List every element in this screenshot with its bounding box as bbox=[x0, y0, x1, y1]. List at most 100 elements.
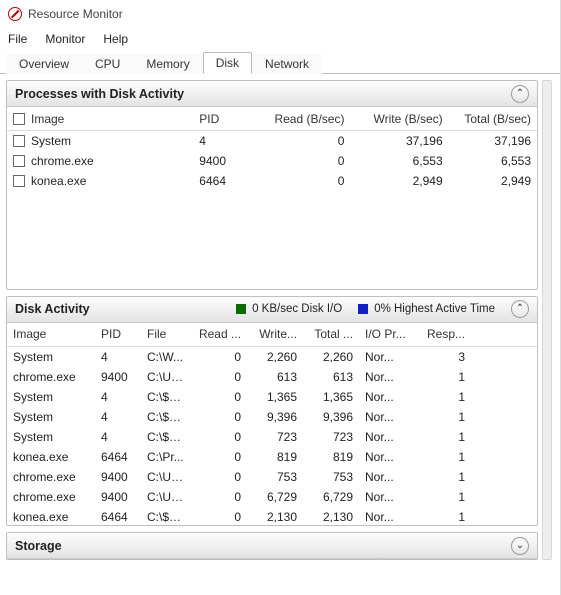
cell-read: 0 bbox=[191, 390, 247, 404]
table-row[interactable]: System4C:\$L...0723723Nor...1 bbox=[7, 427, 537, 447]
cell-image: konea.exe bbox=[7, 450, 95, 464]
cell-file: C:\$L... bbox=[141, 430, 191, 444]
cell-read: 0 bbox=[252, 174, 350, 188]
panel-header[interactable]: Processes with Disk Activity ⌃ bbox=[7, 81, 537, 107]
table-row[interactable]: konea.exe6464C:\Pr...0819819Nor...1 bbox=[7, 447, 537, 467]
cell-write: 37,196 bbox=[350, 134, 448, 148]
collapse-button[interactable]: ⌃ bbox=[511, 300, 529, 318]
cell-io-priority: Nor... bbox=[359, 490, 415, 504]
table-row[interactable]: konea.exe6464C:\$L...02,1302,130Nor...1 bbox=[7, 507, 537, 525]
cell-io-priority: Nor... bbox=[359, 390, 415, 404]
panel-header[interactable]: Disk Activity 0 KB/sec Disk I/O 0% Highe… bbox=[7, 297, 537, 323]
cell-read: 0 bbox=[252, 134, 350, 148]
disk-io-indicator-icon bbox=[236, 304, 246, 314]
menubar: File Monitor Help bbox=[0, 28, 560, 50]
tab-overview[interactable]: Overview bbox=[6, 53, 82, 74]
cell-response: 1 bbox=[415, 370, 471, 384]
tabstrip: Overview CPU Memory Disk Network bbox=[0, 50, 560, 74]
cell-response: 1 bbox=[415, 450, 471, 464]
cell-io-priority: Nor... bbox=[359, 410, 415, 424]
chevron-up-icon: ⌃ bbox=[516, 89, 524, 99]
cell-pid: 6464 bbox=[95, 510, 141, 524]
cell-response: 1 bbox=[415, 470, 471, 484]
app-window: Resource Monitor File Monitor Help Overv… bbox=[0, 0, 561, 595]
content-area: Processes with Disk Activity ⌃ Image PID… bbox=[0, 74, 560, 560]
col-read[interactable]: Read ... bbox=[191, 327, 247, 341]
checkbox-all[interactable] bbox=[13, 113, 25, 125]
cell-write: 819 bbox=[247, 450, 303, 464]
col-read[interactable]: Read (B/sec) bbox=[252, 112, 350, 126]
panel-processes-disk: Processes with Disk Activity ⌃ Image PID… bbox=[6, 80, 538, 290]
cell-response: 1 bbox=[415, 390, 471, 404]
cell-write: 9,396 bbox=[247, 410, 303, 424]
cell-total: 723 bbox=[303, 430, 359, 444]
chevron-up-icon: ⌃ bbox=[516, 304, 524, 314]
cell-io-priority: Nor... bbox=[359, 470, 415, 484]
col-write[interactable]: Write (B/sec) bbox=[350, 112, 448, 126]
table-row[interactable]: System4C:\$L...01,3651,365Nor...1 bbox=[7, 387, 537, 407]
col-pid[interactable]: PID bbox=[193, 112, 252, 126]
table-row[interactable]: chrome.exe9400C:\Us...0753753Nor...1 bbox=[7, 467, 537, 487]
col-io-priority[interactable]: I/O Pr... bbox=[359, 327, 415, 341]
panel-title: Storage bbox=[15, 539, 62, 553]
col-response[interactable]: Resp... bbox=[415, 327, 471, 341]
cell-total: 1,365 bbox=[303, 390, 359, 404]
checkbox[interactable] bbox=[13, 135, 25, 147]
col-file[interactable]: File bbox=[141, 327, 191, 341]
cell-image: System bbox=[7, 390, 95, 404]
tab-disk[interactable]: Disk bbox=[203, 52, 252, 74]
cell-total: 6,729 bbox=[303, 490, 359, 504]
table-row[interactable]: System4C:\$L...09,3969,396Nor...1 bbox=[7, 407, 537, 427]
cell-pid: 9400 bbox=[95, 490, 141, 504]
col-write[interactable]: Write... bbox=[247, 327, 303, 341]
app-icon bbox=[8, 7, 22, 21]
tab-memory[interactable]: Memory bbox=[133, 53, 202, 74]
cell-read: 0 bbox=[191, 350, 247, 364]
cell-response: 3 bbox=[415, 350, 471, 364]
table-row[interactable]: konea.exe646402,9492,949 bbox=[7, 171, 537, 191]
tab-cpu[interactable]: CPU bbox=[82, 53, 133, 74]
table-header-row: Image PID File Read ... Write... Total .… bbox=[7, 323, 537, 347]
col-total[interactable]: Total ... bbox=[303, 327, 359, 341]
col-image[interactable]: Image bbox=[7, 327, 95, 341]
cell-pid: 9400 bbox=[95, 470, 141, 484]
panel-header[interactable]: Storage ⌄ bbox=[7, 533, 537, 559]
cell-write: 6,553 bbox=[350, 154, 448, 168]
cell-file: C:\Us... bbox=[141, 370, 191, 384]
cell-io-priority: Nor... bbox=[359, 450, 415, 464]
table-row[interactable]: System4037,19637,196 bbox=[7, 131, 537, 151]
cell-response: 1 bbox=[415, 510, 471, 524]
menu-file[interactable]: File bbox=[8, 32, 27, 46]
collapse-button[interactable]: ⌃ bbox=[511, 85, 529, 103]
cell-file: C:\W... bbox=[141, 350, 191, 364]
cell-pid: 9400 bbox=[95, 370, 141, 384]
col-total[interactable]: Total (B/sec) bbox=[449, 112, 537, 126]
cell-image: chrome.exe bbox=[31, 154, 94, 168]
cell-total: 2,260 bbox=[303, 350, 359, 364]
cell-pid: 4 bbox=[95, 410, 141, 424]
cell-image: chrome.exe bbox=[7, 490, 95, 504]
scrollbar-vertical[interactable] bbox=[542, 80, 552, 560]
expand-button[interactable]: ⌄ bbox=[511, 537, 529, 555]
cell-pid: 6464 bbox=[95, 450, 141, 464]
menu-help[interactable]: Help bbox=[103, 32, 128, 46]
active-time-label: 0% Highest Active Time bbox=[374, 303, 495, 315]
checkbox[interactable] bbox=[13, 155, 25, 167]
table-row[interactable]: chrome.exe9400C:\Us...0613613Nor...1 bbox=[7, 367, 537, 387]
checkbox[interactable] bbox=[13, 175, 25, 187]
col-image[interactable]: Image bbox=[7, 112, 193, 126]
menu-monitor[interactable]: Monitor bbox=[45, 32, 85, 46]
cell-response: 1 bbox=[415, 430, 471, 444]
table-row[interactable]: chrome.exe940006,5536,553 bbox=[7, 151, 537, 171]
cell-total: 2,949 bbox=[449, 174, 537, 188]
cell-write: 2,130 bbox=[247, 510, 303, 524]
table-row[interactable]: chrome.exe9400C:\Us...06,7296,729Nor...1 bbox=[7, 487, 537, 507]
cell-pid: 4 bbox=[193, 134, 252, 148]
titlebar: Resource Monitor bbox=[0, 0, 560, 28]
tab-network[interactable]: Network bbox=[252, 53, 322, 74]
cell-total: 2,130 bbox=[303, 510, 359, 524]
main-column: Processes with Disk Activity ⌃ Image PID… bbox=[6, 80, 538, 560]
cell-read: 0 bbox=[191, 410, 247, 424]
table-row[interactable]: System4C:\W...02,2602,260Nor...3 bbox=[7, 347, 537, 367]
col-pid[interactable]: PID bbox=[95, 327, 141, 341]
